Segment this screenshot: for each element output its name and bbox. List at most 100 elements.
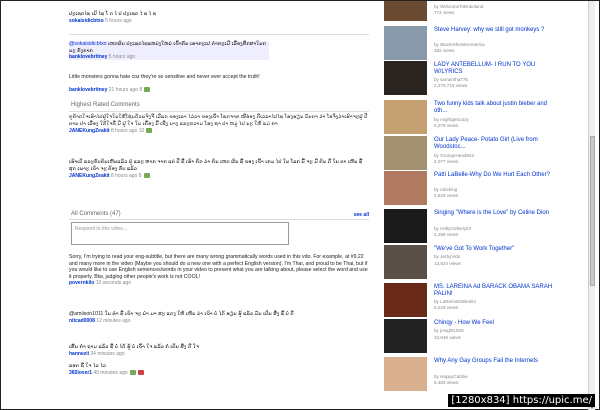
video-title[interactable]: Chinqy - How We Feel xyxy=(434,320,554,327)
vertical-scrollbar[interactable] xyxy=(588,1,595,410)
related-video[interactable]: Chinqy - How We Feel by jmsgl01525 10,64… xyxy=(384,319,584,356)
video-uploader[interactable]: by HappyCabbie xyxy=(434,374,468,379)
related-videos: by WelcomeToBrainland 774 views Steve Ha… xyxy=(384,1,584,410)
related-video[interactable]: Patti LaBelle-Why Do We Hurt Each Other?… xyxy=(384,171,584,208)
video-title[interactable]: Patti LaBelle-Why Do We Hurt Each Other? xyxy=(434,172,554,179)
comment-author[interactable]: banklovebritney xyxy=(69,54,107,60)
video-title[interactable]: LADY ANTEBELLUM- I RUN TO YOU W/LYRICS xyxy=(434,62,554,76)
comment-text: ລອດ ທີ່ ໃຈ ໄວ ໄວ xyxy=(69,363,107,369)
comment: ລອດ ທີ່ ໃຈ ໄວ ໄວ 365lover1 40 minutes ag… xyxy=(69,363,369,376)
scrollbar-thumb[interactable] xyxy=(590,136,595,286)
comment-author[interactable]: povernkilo xyxy=(69,280,94,286)
related-video[interactable]: "We've Got To Work Together" by JerbyVid… xyxy=(384,245,584,282)
comment: ປະເທດໄທ ເປັ ໄທ ໂ ດ ໄ ປ ປະເທດ ໄ ທ ໄ ທ sok… xyxy=(69,11,369,24)
video-uploader[interactable]: by JerbyVids xyxy=(434,254,460,259)
video-views: 6,078 views xyxy=(434,123,459,128)
video-uploader[interactable]: by GrungeHead942 xyxy=(434,153,474,158)
all-comments-title: All Comments (47) xyxy=(71,211,121,217)
video-title[interactable]: "We've Got To Work Together" xyxy=(434,246,554,253)
comment-author[interactable]: hannezii xyxy=(69,351,89,357)
video-uploader[interactable]: by samantha775 xyxy=(434,77,468,82)
video-title[interactable]: Why Any Gay Groups Fail the Internets xyxy=(434,358,554,365)
reply-comment: @sokaisidicbtxo ເຫດຜົນ ປະເທດໄທແຫນ່ງໃຫຍ່ … xyxy=(69,41,269,61)
video-uploader[interactable]: by jmsgl01525 xyxy=(434,328,464,333)
video-thumbnail[interactable] xyxy=(384,209,427,243)
comment-author[interactable]: nitcad0008 xyxy=(69,318,95,324)
video-thumbnail[interactable] xyxy=(384,26,427,60)
comment-time: 10 seconds ago xyxy=(95,280,131,287)
comments-column: ປະເທດໄທ ເປັ ໄທ ໂ ດ ໄ ປ ປະເທດ ໄ ທ ໄ ທ sok… xyxy=(69,1,371,410)
comment-time: 8 hours ago xyxy=(110,128,138,135)
video-views: 4,077 views xyxy=(434,159,459,164)
video-title[interactable]: Our Lady Peace- Potato Girl (Live from W… xyxy=(434,137,554,151)
video-title[interactable]: Steve Harvey: why we still got monkeys ? xyxy=(434,27,554,34)
related-video[interactable]: LADY ANTEBELLUM- I RUN TO YOU W/LYRICS b… xyxy=(384,61,584,98)
related-video[interactable]: by WelcomeToBrainland 774 views xyxy=(384,1,584,24)
video-thumbnail[interactable] xyxy=(384,319,427,353)
video-thumbnail[interactable] xyxy=(384,283,427,317)
highest-rated-title: Highest Rated Comments xyxy=(71,102,140,108)
video-thumbnail[interactable] xyxy=(384,61,427,95)
video-title[interactable]: Two funny kids talk about justin bieber … xyxy=(434,101,554,115)
comment: Sorry, I'm trying to read your eng-subti… xyxy=(69,254,369,286)
comment-text: Little monsters gonna hate coz they're s… xyxy=(69,74,260,80)
comment-time: 21 hours ago xyxy=(108,86,138,93)
related-video[interactable]: Steve Harvey: why we still got monkeys ?… xyxy=(384,26,584,63)
comment-divider xyxy=(69,34,369,35)
comment-author[interactable]: 365lover1 xyxy=(69,370,92,376)
related-video[interactable]: Our Lady Peace- Potato Girl (Live from W… xyxy=(384,136,584,173)
video-thumbnail[interactable] xyxy=(384,1,427,21)
comment-author[interactable]: JANEKungZeakit xyxy=(69,173,110,179)
comment-time: 12 minutes ago xyxy=(96,317,131,324)
video-views: 9,229 views xyxy=(434,305,459,310)
related-video[interactable]: Two funny kids talk about justin bieber … xyxy=(384,100,584,137)
comment-rating: 8 xyxy=(138,173,142,180)
video-uploader[interactable]: by mbcking xyxy=(434,187,457,192)
related-video[interactable]: Singing "Where is the Love" by Celine Di… xyxy=(384,209,584,246)
comment-time: 5 hours ago xyxy=(105,17,132,24)
video-uploader[interactable]: by mightgetcrazy xyxy=(434,117,469,122)
video-uploader[interactable]: by WelcomeToBrainland xyxy=(434,4,483,9)
video-thumbnail[interactable] xyxy=(384,245,427,279)
comment-text: ປະເທດໄທ ເປັ ໄທ ໂ ດ ໄ ປ ປະເທດ ໄ ທ ໄ ທ xyxy=(69,11,157,17)
video-uploader[interactable]: by BlackAtheistsAmerica xyxy=(434,42,485,47)
thumbs-up-icon[interactable] xyxy=(129,369,136,375)
comment-author[interactable]: banklovebritney xyxy=(69,87,107,93)
comment-rating: 10 xyxy=(138,128,145,135)
video-thumbnail[interactable] xyxy=(384,136,427,170)
comment-text: ເຮົາເປັ ແລະກັບຄົນເຫັນແລ້ວ ຢູ່ ແລະ ຫາກ ຈາ… xyxy=(69,159,363,172)
respond-input[interactable]: Respond to this video... xyxy=(71,222,289,245)
video-uploader[interactable]: by LaReinaDeBenito xyxy=(434,299,476,304)
comment-time: 40 minutes ago xyxy=(93,369,128,376)
video-views: 6,383 views xyxy=(434,380,459,385)
section-divider xyxy=(69,219,369,220)
related-video[interactable]: Why Any Gay Groups Fail the Internets by… xyxy=(384,357,584,394)
video-uploader[interactable]: by HollyGolbely23 xyxy=(434,226,471,231)
comment-mention[interactable]: @sokaisidicbtxo xyxy=(69,41,107,47)
video-views: 2,526 views xyxy=(434,193,459,198)
thumbs-up-icon[interactable] xyxy=(144,86,151,92)
video-views: 10,646 views xyxy=(434,335,461,340)
comment-time: 34 minutes ago xyxy=(90,350,125,357)
video-thumbnail[interactable] xyxy=(384,357,427,391)
comment-author[interactable]: sokaisidicbtxo xyxy=(69,18,104,24)
comment-text: ເສັ້ນ ຄຳ ຖາມ ແລ້ວ ທີ່ ບໍ່ ໄດ້ ຮູ້ ບໍ່ ເຂ… xyxy=(69,344,199,350)
video-thumbnail[interactable] xyxy=(384,100,427,134)
thumbs-down-icon[interactable] xyxy=(137,369,144,375)
comment-time: 8 hours ago xyxy=(110,173,138,180)
comment-text: @amiison1011 ໃນ ທຳ ທີ່ ເຂົາ ຈະ ນຳ ມາ ສະ … xyxy=(69,311,294,317)
thumbs-up-icon[interactable] xyxy=(146,128,153,134)
related-video[interactable]: MS. LAREINA Ad BARACK OBAMA SARAH PALIN!… xyxy=(384,283,584,320)
comment-text: Sorry, I'm trying to read your eng-subti… xyxy=(69,254,368,280)
comment: Little monsters gonna hate coz they're s… xyxy=(69,74,369,93)
see-all-link[interactable]: see all xyxy=(354,212,369,218)
comment-author[interactable]: JANEKungZeakit xyxy=(69,128,110,134)
thumbs-up-icon[interactable] xyxy=(143,173,150,179)
comment-time: 5 hours ago xyxy=(108,54,136,61)
video-views: 482 views xyxy=(434,48,455,53)
video-views: 4,289 views xyxy=(434,232,459,237)
video-thumbnail[interactable] xyxy=(384,171,427,205)
comment-text: ຄູຄ້າດໃຈເຮົາໄປຢູ່ໃຈໃນໃຫ້ໂຊ່ນດ້ວຍຈົງຈີ ເວ… xyxy=(69,114,368,127)
video-title[interactable]: MS. LAREINA Ad BARACK OBAMA SARAH PALIN! xyxy=(434,284,554,298)
video-title[interactable]: Singing "Where is the Love" by Celine Di… xyxy=(434,210,554,217)
